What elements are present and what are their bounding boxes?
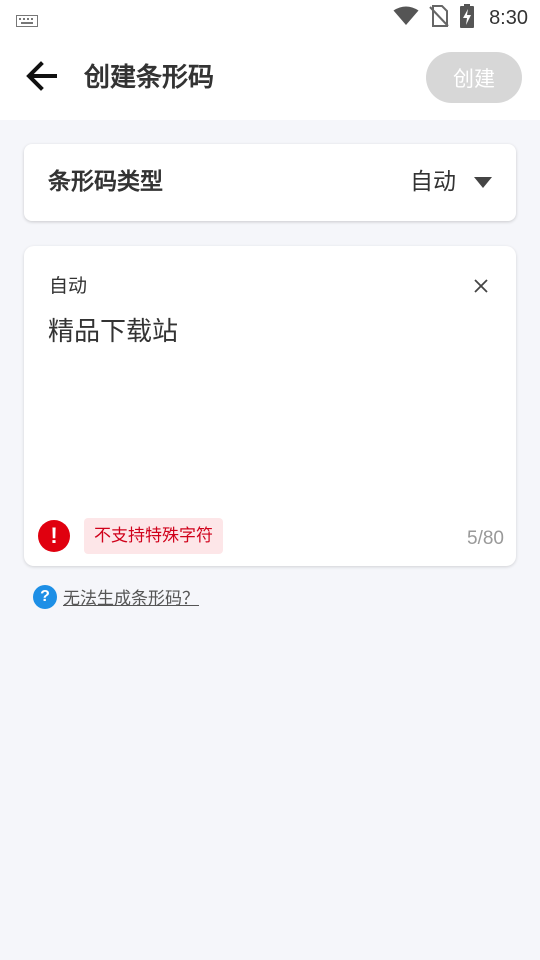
- error-icon: !: [38, 520, 70, 552]
- wifi-icon: [393, 6, 419, 30]
- input-type-label: 自动: [49, 275, 88, 297]
- question-icon: ?: [33, 584, 57, 609]
- arrow-left-icon: [25, 61, 59, 95]
- page-title: 创建条形码: [84, 63, 215, 93]
- app-bar: 创建条形码 创建: [0, 36, 540, 120]
- no-sim-icon: [429, 5, 449, 31]
- barcode-type-selector[interactable]: 条形码类型 自动: [24, 144, 516, 221]
- battery-charging-icon: [459, 4, 475, 32]
- keyboard-icon: [16, 12, 38, 31]
- char-count: 5/80: [467, 528, 504, 549]
- status-bar: 8:30: [0, 0, 540, 36]
- clear-button[interactable]: [468, 274, 494, 300]
- barcode-type-label: 条形码类型: [48, 169, 163, 195]
- triangle-down-icon: [474, 173, 492, 192]
- barcode-content-card: 自动 精品下载站 ! 不支持特殊字符 5/80: [24, 246, 516, 566]
- barcode-type-value: 自动: [410, 169, 456, 195]
- help-row[interactable]: ? 无法生成条形码？: [33, 584, 199, 609]
- help-link[interactable]: 无法生成条形码？: [63, 584, 199, 609]
- barcode-content-input[interactable]: 精品下载站: [48, 314, 178, 350]
- error-message: 不支持特殊字符: [84, 518, 223, 554]
- back-button[interactable]: [20, 58, 64, 98]
- create-button[interactable]: 创建: [426, 52, 522, 103]
- close-icon: [474, 278, 488, 297]
- status-time: 8:30: [489, 6, 528, 29]
